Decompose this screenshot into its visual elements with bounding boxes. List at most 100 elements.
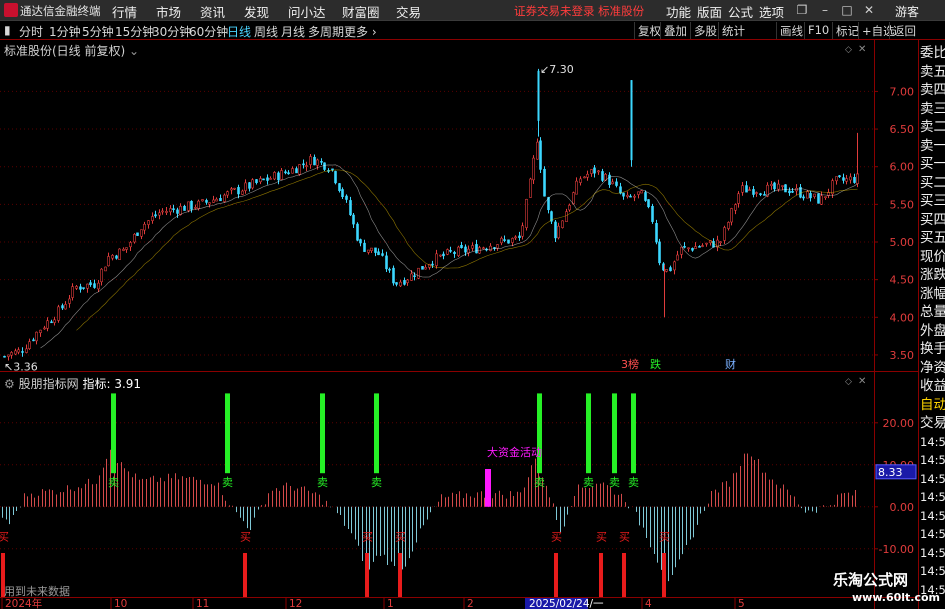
close-icon[interactable]: ✕ bbox=[862, 3, 876, 17]
restore-icon[interactable]: ❐ bbox=[795, 3, 809, 17]
buy-signal-label: 买 bbox=[659, 530, 670, 543]
side-tab[interactable]: 14:56 bbox=[920, 470, 945, 489]
indicator-close-icon[interactable]: ✕ bbox=[858, 376, 866, 387]
side-tab[interactable]: 涨跌 bbox=[920, 266, 945, 285]
candle-up bbox=[64, 304, 67, 310]
watermark-title: 乐淘公式网 bbox=[833, 571, 909, 589]
f10-button[interactable]: F10 bbox=[804, 22, 832, 39]
moving-average-lines bbox=[40, 164, 858, 349]
login-notice[interactable]: 证券交易未登录 标准股份 bbox=[514, 3, 644, 19]
side-tab[interactable]: 14:56 bbox=[920, 433, 945, 452]
indicator-settings-icon[interactable]: ◇ bbox=[845, 377, 852, 387]
period-30min[interactable]: 30分钟 bbox=[152, 23, 191, 40]
candle-down bbox=[629, 195, 632, 198]
candle-up bbox=[223, 194, 226, 202]
candle-up bbox=[500, 237, 503, 244]
period-monthly[interactable]: 月线 bbox=[281, 23, 305, 40]
period-60min[interactable]: 60分钟 bbox=[189, 23, 228, 40]
candle-down bbox=[453, 252, 456, 255]
side-tab[interactable]: 卖三 bbox=[920, 100, 945, 119]
panel-settings-icon[interactable]: ◇ bbox=[845, 45, 852, 55]
guest-user[interactable]: 游客 bbox=[895, 3, 919, 20]
menu-faxian[interactable]: 发现 bbox=[244, 2, 269, 21]
side-tab[interactable]: 14:56 bbox=[920, 488, 945, 507]
candle-down bbox=[349, 200, 352, 216]
huaxian-button[interactable]: 画线 bbox=[776, 22, 806, 39]
period-fenshi[interactable]: 分时 bbox=[19, 23, 43, 40]
minimize-icon[interactable]: – bbox=[818, 3, 832, 17]
candle-up bbox=[86, 283, 89, 289]
buy-signal-bar bbox=[365, 553, 369, 597]
duogu-button[interactable]: 多股 bbox=[690, 22, 720, 39]
side-tab[interactable]: 14:56 bbox=[920, 544, 945, 563]
side-tab[interactable]: 委比 bbox=[920, 44, 945, 63]
side-tab[interactable]: 买二 bbox=[920, 174, 945, 193]
candle-down bbox=[205, 200, 208, 203]
side-tab[interactable]: 卖四 bbox=[920, 81, 945, 100]
dropdown-icon[interactable]: ⌄ bbox=[129, 44, 139, 58]
period-multi[interactable]: 多周期 bbox=[308, 23, 344, 40]
side-tab[interactable]: 14:56 bbox=[920, 451, 945, 470]
candle-up bbox=[244, 182, 247, 191]
panel-close-icon[interactable]: ✕ bbox=[858, 44, 866, 55]
menu-jiaoyi[interactable]: 交易 bbox=[396, 2, 421, 21]
menu-shichang[interactable]: 市场 bbox=[156, 2, 181, 21]
menu-hangqing[interactable]: 行情 bbox=[112, 2, 137, 21]
side-tab[interactable]: 现价 bbox=[920, 248, 945, 267]
candle-up bbox=[521, 225, 524, 237]
back-button[interactable]: 返回 bbox=[889, 22, 919, 39]
tongji-button[interactable]: 统计 bbox=[718, 22, 748, 39]
side-tab[interactable]: 换手 bbox=[920, 340, 945, 359]
period-daily[interactable]: 日线 bbox=[227, 23, 251, 40]
candle-up bbox=[161, 210, 164, 213]
side-tab[interactable]: 卖五 bbox=[920, 63, 945, 82]
candle-up bbox=[467, 248, 470, 254]
side-tab[interactable]: 自动 bbox=[920, 396, 945, 415]
indicator-settings-gear-icon[interactable]: ⚙ bbox=[4, 377, 15, 391]
period-15min[interactable]: 15分钟 bbox=[115, 23, 154, 40]
side-tab[interactable]: 14:56 bbox=[920, 525, 945, 544]
side-tab[interactable]: 涨幅 bbox=[920, 285, 945, 304]
side-tab[interactable]: 买三 bbox=[920, 192, 945, 211]
side-tab[interactable]: 交易 bbox=[920, 414, 945, 433]
side-tab[interactable]: 买五 bbox=[920, 229, 945, 248]
menu-banmian[interactable]: 版面 bbox=[697, 2, 722, 21]
side-tab[interactable]: 卖二 bbox=[920, 118, 945, 137]
menu-xuanxiang[interactable]: 选项 bbox=[759, 2, 784, 21]
period-weekly[interactable]: 周线 bbox=[254, 23, 278, 40]
menu-zixun[interactable]: 资讯 bbox=[200, 2, 225, 21]
side-tab[interactable]: 14:56 bbox=[920, 507, 945, 526]
candle-up bbox=[727, 222, 730, 229]
period-1min[interactable]: 1分钟 bbox=[49, 23, 81, 40]
candle-down bbox=[619, 186, 622, 194]
candle-down bbox=[752, 189, 755, 195]
price-tick-label: 4.50 bbox=[890, 274, 915, 287]
chart-mode-icon[interactable]: ▮ bbox=[4, 23, 11, 37]
diejia-button[interactable]: 叠加 bbox=[660, 22, 690, 39]
maximize-icon[interactable]: □ bbox=[840, 3, 854, 17]
side-tab[interactable]: 卖一 bbox=[920, 137, 945, 156]
side-tab[interactable]: 买一 bbox=[920, 155, 945, 174]
candle-down bbox=[622, 192, 625, 197]
side-tab[interactable]: 外盘 bbox=[920, 322, 945, 341]
candle-up bbox=[781, 185, 784, 187]
candle-up bbox=[471, 245, 474, 249]
side-tab[interactable]: 总量 bbox=[920, 303, 945, 322]
menu-caifuquan[interactable]: 财富圈 bbox=[342, 2, 380, 21]
side-tab[interactable]: 净资 bbox=[920, 359, 945, 378]
period-more[interactable]: 更多 › bbox=[344, 23, 377, 40]
candle-up bbox=[737, 193, 740, 204]
candle-up bbox=[71, 286, 74, 298]
candle-up bbox=[147, 220, 150, 225]
side-tab[interactable]: 买四 bbox=[920, 211, 945, 230]
menu-gongshi[interactable]: 公式 bbox=[728, 2, 753, 21]
menu-gongneng[interactable]: 功能 bbox=[666, 2, 691, 21]
candle-down bbox=[773, 182, 776, 190]
menu-wenxiaoda[interactable]: 问小达 bbox=[288, 2, 326, 21]
kline-chart[interactable]: ✕ ✕ ◇ ◇ 7.00 6.50 6.00 5.50 5.00 4.50 4.00 3.50… bbox=[0, 40, 918, 609]
period-5min[interactable]: 5分钟 bbox=[82, 23, 114, 40]
candle-up bbox=[53, 319, 56, 323]
candle-up bbox=[755, 192, 758, 194]
candle-up bbox=[122, 248, 125, 251]
side-tab[interactable]: 收益 bbox=[920, 377, 945, 396]
